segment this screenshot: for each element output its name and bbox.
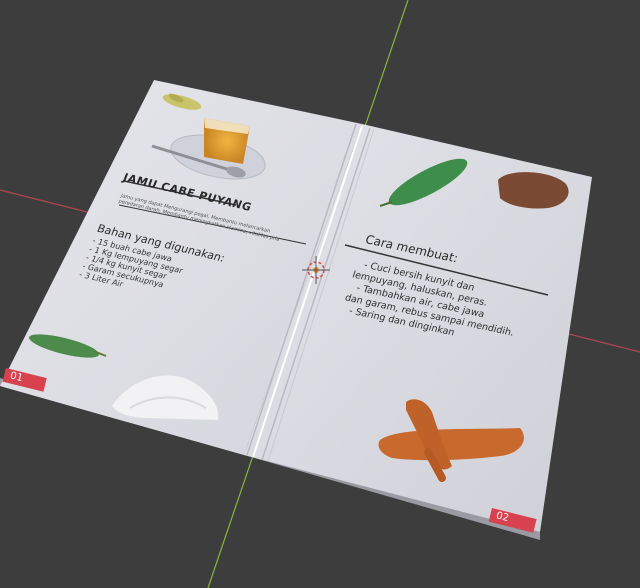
page-number-right: 02 — [494, 510, 510, 525]
page-number-left: 01 — [8, 370, 24, 385]
3d-viewport[interactable]: JAMU CABE PUYANG Jamu yang dapat Mengura… — [0, 0, 640, 588]
scene-canvas — [0, 0, 640, 588]
